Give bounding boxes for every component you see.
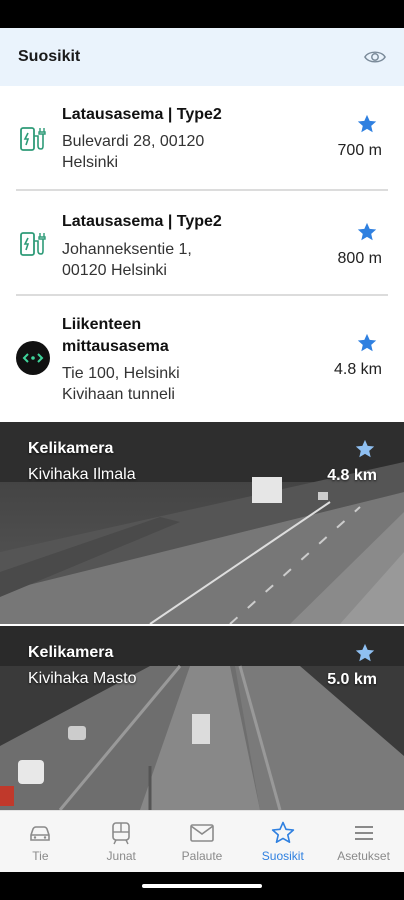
item-title: Latausasema | Type2 [62, 213, 222, 230]
tab-asetukset[interactable]: Asetukset [323, 811, 404, 873]
favorites-header: Suosikit [0, 28, 404, 86]
tab-label: Suosikit [261, 849, 304, 863]
home-gesture-handle[interactable] [142, 884, 262, 888]
tab-tie[interactable]: Tie [0, 811, 81, 873]
ev-charger-icon [20, 127, 46, 151]
measurement-station-icon [16, 341, 50, 375]
star-icon [271, 821, 294, 843]
item-distance: 4.8 km [333, 361, 382, 378]
item-distance: 700 m [337, 142, 382, 159]
camera-distance: 5.0 km [327, 671, 377, 688]
bottom-tab-bar: Tie Junat Palaute Suosikit Asetukset [0, 810, 404, 873]
item-title-line1: Liikenteen [62, 316, 142, 333]
list-item[interactable]: Liikenteen mittausasema Tie 100, Helsink… [16, 296, 388, 422]
camera-title: Kelikamera [28, 440, 114, 457]
favorite-star-icon[interactable] [356, 221, 378, 243]
car-icon [30, 826, 51, 841]
menu-icon [354, 826, 373, 840]
tab-palaute[interactable]: Palaute [162, 811, 243, 873]
list-item[interactable]: Latausasema | Type2 Bulevardi 28, 00120 … [16, 86, 388, 191]
item-distance: 800 m [337, 250, 382, 267]
tab-junat[interactable]: Junat [81, 811, 162, 873]
favorite-star-icon[interactable] [356, 332, 378, 354]
favorite-star-icon[interactable] [356, 113, 378, 135]
favorite-star-icon[interactable] [354, 642, 376, 664]
tab-label: Junat [106, 849, 136, 863]
item-address-line2: Helsinki [62, 154, 119, 171]
item-address-line1: Johanneksentie 1, [62, 241, 192, 258]
favorites-list: Latausasema | Type2 Bulevardi 28, 00120 … [0, 86, 404, 422]
weather-camera-card[interactable]: Kelikamera Kivihaka Ilmala 4.8 km [0, 422, 404, 624]
item-address-line1: Tie 100, Helsinki [62, 365, 180, 382]
favorite-star-icon[interactable] [354, 438, 376, 460]
tab-label: Palaute [181, 849, 223, 863]
camera-name: Kivihaka Masto [28, 670, 137, 687]
status-bar [0, 0, 404, 28]
camera-title: Kelikamera [28, 644, 114, 661]
weather-camera-card[interactable]: Kelikamera Kivihaka Masto 5.0 km [0, 626, 404, 810]
camera-name: Kivihaka Ilmala [28, 466, 136, 483]
item-address-line2: 00120 Helsinki [62, 262, 167, 279]
item-address-line2: Kivihaan tunneli [62, 386, 175, 403]
camera-distance: 4.8 km [327, 467, 377, 484]
list-item[interactable]: Latausasema | Type2 Johanneksentie 1, 00… [16, 191, 388, 296]
eye-icon[interactable] [364, 46, 386, 68]
tab-label: Asetukset [337, 849, 390, 863]
page-title: Suosikit [18, 48, 81, 65]
item-title-line2: mittausasema [62, 338, 169, 355]
tab-suosikit[interactable]: Suosikit [242, 811, 323, 873]
tab-label: Tie [32, 849, 49, 863]
ev-charger-icon [20, 232, 46, 256]
item-title: Latausasema | Type2 [62, 106, 222, 123]
mail-icon [190, 824, 214, 842]
item-address-line1: Bulevardi 28, 00120 [62, 133, 205, 150]
train-icon [112, 822, 130, 845]
